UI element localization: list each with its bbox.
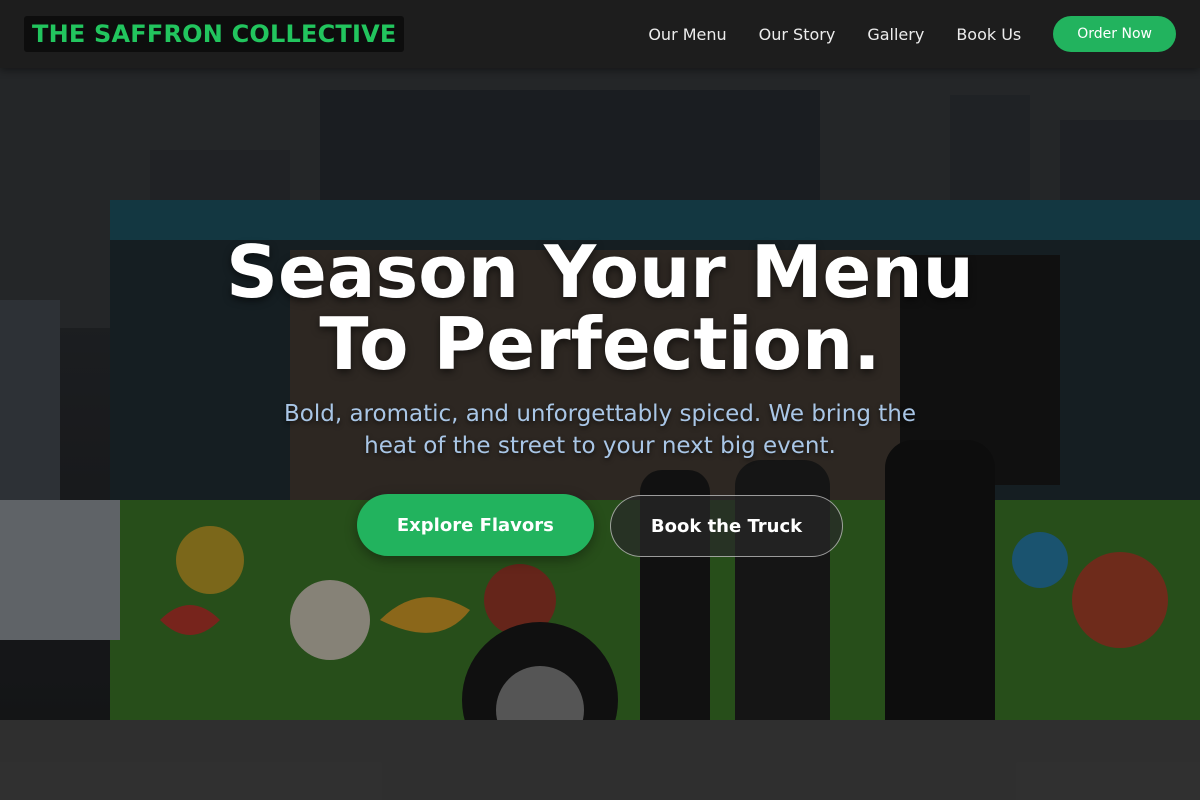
book-the-truck-button[interactable]: Book the Truck bbox=[609, 495, 844, 557]
navbar: THE SAFFRON COLLECTIVE Our Menu Our Stor… bbox=[0, 0, 1200, 68]
order-now-button[interactable]: Order Now bbox=[1053, 16, 1176, 52]
hero-buttons: Explore Flavors Book the Truck bbox=[0, 494, 1200, 557]
nav-links: Our Menu Our Story Gallery Book Us Order… bbox=[616, 16, 1176, 52]
hero-section: Season Your Menu To Perfection. Bold, ar… bbox=[0, 236, 1200, 557]
brand-logo[interactable]: THE SAFFRON COLLECTIVE bbox=[24, 16, 405, 52]
hero-title: Season Your Menu To Perfection. bbox=[0, 236, 1200, 380]
nav-link-our-menu[interactable]: Our Menu bbox=[648, 25, 726, 44]
page: THE SAFFRON COLLECTIVE Our Menu Our Stor… bbox=[0, 0, 1200, 800]
nav-link-our-story[interactable]: Our Story bbox=[759, 25, 836, 44]
hero-title-line-2: To Perfection. bbox=[319, 302, 881, 386]
nav-link-gallery[interactable]: Gallery bbox=[867, 25, 924, 44]
hero-subtitle: Bold, aromatic, and unforgettably spiced… bbox=[283, 401, 917, 459]
nav-link-book-us[interactable]: Book Us bbox=[956, 25, 1021, 44]
explore-flavors-button[interactable]: Explore Flavors bbox=[356, 494, 594, 556]
